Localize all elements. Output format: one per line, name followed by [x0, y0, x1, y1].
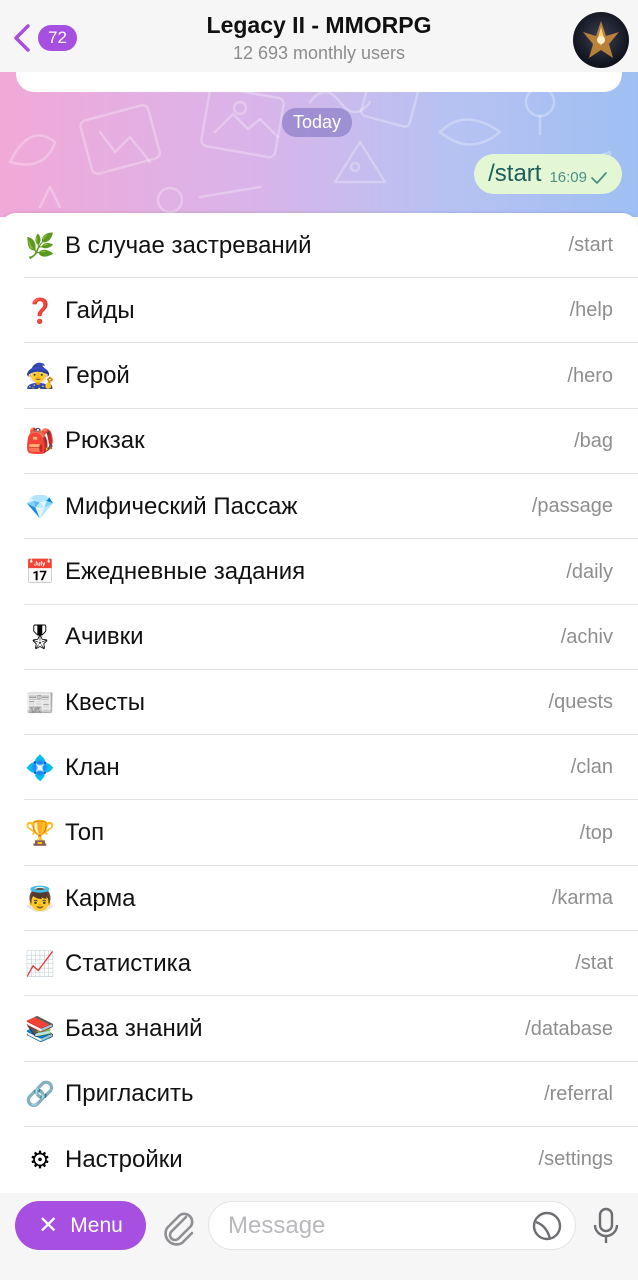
- command-label: Герой: [65, 362, 130, 390]
- command-name: /daily: [566, 560, 613, 583]
- command-row[interactable]: 💎 Мифический Пассаж/passage: [24, 474, 638, 540]
- game-emblem-icon: [583, 21, 619, 58]
- close-icon: ✕: [38, 1211, 59, 1239]
- bot-commands-panel: 🌿 В случае застреваний/start ❓ Гайды/help 🧙 Г…: [0, 213, 638, 1193]
- chat-area: Today /start 16:09: [0, 72, 638, 217]
- command-row[interactable]: 🎒 Рюкзак/bag: [24, 409, 638, 474]
- mage-icon: 🧙: [25, 362, 55, 391]
- command-row[interactable]: 💠 Клан/clan: [24, 735, 638, 801]
- angel-icon: 👼: [25, 884, 55, 913]
- herb-icon: 🌿: [25, 231, 55, 260]
- sticker-icon[interactable]: [530, 1209, 564, 1243]
- command-label: Ачивки: [65, 623, 144, 651]
- message-input[interactable]: [208, 1201, 576, 1250]
- command-label: Рюкзак: [65, 427, 145, 455]
- command-label: Квесты: [65, 688, 146, 716]
- command-name: /start: [568, 234, 613, 256]
- bot-avatar[interactable]: [573, 12, 629, 68]
- books-icon: 📚: [25, 1015, 55, 1044]
- microphone-icon[interactable]: [589, 1205, 623, 1247]
- command-row[interactable]: 📈 Статистика/stat: [24, 931, 638, 997]
- command-row[interactable]: ❓ Гайды/help: [24, 278, 638, 344]
- command-row[interactable]: ⚙ Настройки/settings: [24, 1127, 638, 1192]
- previous-message-bubble: [16, 72, 622, 92]
- menu-button[interactable]: ✕ Menu: [15, 1201, 146, 1250]
- trophy-icon: 🏆: [25, 819, 55, 848]
- check-icon: [591, 172, 607, 184]
- link-icon: 🔗: [25, 1080, 55, 1109]
- command-label: База знаний: [65, 1015, 203, 1043]
- command-label: В случае застреваний: [65, 231, 312, 259]
- gear-icon: ⚙: [29, 1145, 51, 1174]
- calendar-icon: 📅: [25, 558, 55, 586]
- command-name: /passage: [531, 495, 613, 518]
- command-name: /hero: [567, 364, 613, 387]
- command-label: Статистика: [65, 949, 192, 977]
- chat-title[interactable]: Legacy II - MMORPG: [0, 12, 638, 39]
- paperclip-icon[interactable]: [158, 1205, 198, 1247]
- command-row[interactable]: 🔗 Пригласить/referral: [24, 1062, 638, 1127]
- command-label: Топ: [65, 819, 105, 847]
- command-row[interactable]: 🌿 В случае застреваний/start: [24, 213, 638, 278]
- menu-button-label: Menu: [70, 1213, 123, 1237]
- message-input-bar: ✕ Menu: [0, 1193, 638, 1280]
- command-label: Гайды: [65, 296, 135, 324]
- diamond-shape-icon: 💠: [25, 753, 55, 782]
- command-label: Ежедневные задания: [65, 558, 306, 585]
- command-label: Мифический Пассаж: [65, 492, 298, 520]
- backpack-icon: 🎒: [25, 427, 55, 456]
- gem-icon: 💎: [25, 492, 55, 521]
- chat-subtitle: 12 693 monthly users: [232, 43, 406, 63]
- command-name: /settings: [538, 1148, 613, 1171]
- command-row[interactable]: 🧙 Герой/hero: [24, 344, 638, 409]
- command-name: /achiv: [560, 625, 613, 648]
- command-name: /database: [525, 1017, 613, 1040]
- medal-icon: 🎖: [24, 623, 56, 652]
- command-name: /karma: [551, 887, 613, 909]
- chart-increasing-icon: 📈: [25, 949, 55, 978]
- command-name: /help: [569, 299, 613, 322]
- command-name: /top: [579, 821, 613, 844]
- command-name: /quests: [548, 691, 613, 714]
- command-label: Клан: [65, 753, 120, 781]
- command-row[interactable]: 👼 Карма/karma: [24, 866, 638, 931]
- command-label: Пригласить: [65, 1080, 194, 1108]
- command-name: /stat: [575, 952, 613, 975]
- command-label: Карма: [65, 884, 136, 912]
- chat-header: 72 Legacy II - MMORPG 12 693 monthly use…: [0, 0, 638, 72]
- command-row[interactable]: 📰 Квесты/quests: [24, 670, 638, 736]
- command-name: /bag: [574, 429, 613, 452]
- chat-wallpaper-pattern: [8, 72, 612, 214]
- newspaper-icon: 📰: [25, 688, 55, 717]
- command-row[interactable]: 📅 Ежедневные задания/daily: [24, 540, 638, 605]
- command-row[interactable]: 🏆 Топ/top: [24, 801, 638, 866]
- command-name: /clan: [570, 756, 613, 779]
- outgoing-message[interactable]: /start 16:09: [474, 154, 622, 194]
- command-label: Настройки: [65, 1145, 183, 1173]
- date-separator: Today: [282, 108, 353, 137]
- command-row[interactable]: 📚 База знаний/database: [24, 997, 638, 1062]
- question-icon: ❓: [25, 296, 55, 325]
- command-row[interactable]: 🎖 Ачивки/achiv: [24, 605, 638, 670]
- message-text: /start: [488, 160, 542, 187]
- message-time: 16:09: [549, 169, 587, 186]
- command-name: /referral: [544, 1082, 613, 1105]
